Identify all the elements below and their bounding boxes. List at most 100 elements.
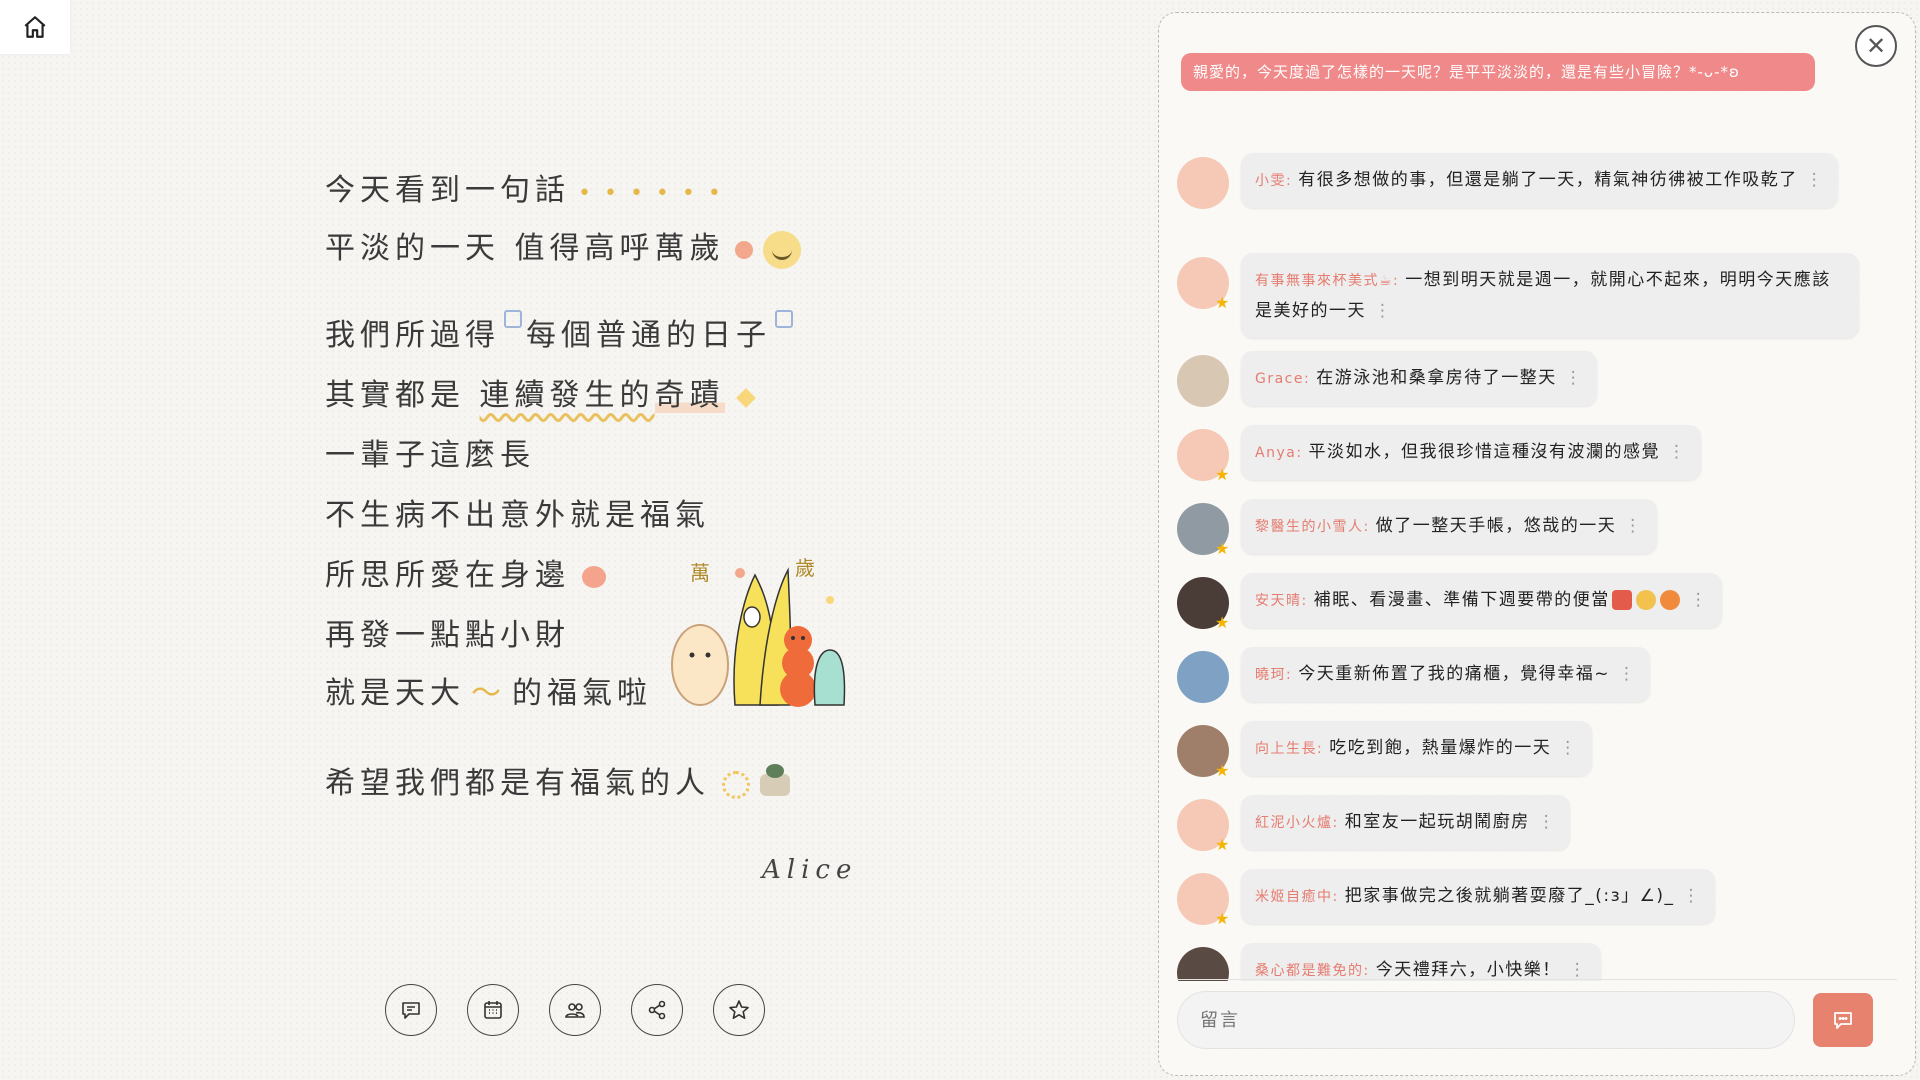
poem-text: 今天看到一句話 <box>325 173 570 208</box>
message-author[interactable]: 向上生長: <box>1255 741 1323 757</box>
star-badge-icon: ★ <box>1215 293 1230 312</box>
dots-decoration: • • • • • • <box>578 181 724 206</box>
calendar-button[interactable] <box>467 984 519 1036</box>
illustration-label: 萬 <box>690 561 710 585</box>
poem-line: 再發一點點小財 <box>325 610 570 654</box>
avatar[interactable]: ★ <box>1177 577 1230 632</box>
star-badge-icon: ★ <box>1215 613 1230 632</box>
comment-input[interactable] <box>1177 991 1795 1049</box>
message-bubble: 曉珂: 今天重新佈置了我的痛櫃，覺得幸福~ ⋮ <box>1241 647 1651 702</box>
message-bubble: 紅泥小火爐: 和室友一起玩胡鬧廚房 ⋮ <box>1241 795 1571 850</box>
avatar[interactable]: ★ <box>1177 503 1230 558</box>
avatar[interactable] <box>1177 651 1229 703</box>
square-decoration-icon <box>504 310 522 328</box>
more-vertical-icon[interactable]: ⋮ <box>1569 960 1588 980</box>
more-vertical-icon[interactable]: ⋮ <box>1624 516 1643 536</box>
more-vertical-icon[interactable]: ⋮ <box>1618 664 1637 684</box>
poem-line: 就是天大〜的福氣啦 <box>325 668 652 712</box>
avatar[interactable] <box>1177 947 1229 981</box>
sun-icon <box>722 771 750 799</box>
poem-line: 所思所愛在身邊 <box>325 550 606 594</box>
comments-panel: ✕ 親愛的，今天度過了怎樣的一天呢？是平平淡淡的，還是有些小冒險？*-ᴗ-*ʚ … <box>1158 12 1916 1076</box>
avatar[interactable]: ★ <box>1177 799 1229 853</box>
message-author[interactable]: 小雯: <box>1255 173 1292 189</box>
message-text: 和室友一起玩胡鬧廚房 <box>1344 812 1530 832</box>
poem-text: 一輩子這麼長 <box>325 438 535 473</box>
message-text: 平淡如水，但我很珍惜這種沒有波瀾的感覺 <box>1308 442 1661 462</box>
more-vertical-icon[interactable]: ⋮ <box>1565 368 1584 388</box>
message-bubble: 有事無事來杯美式☕: 一想到明天就是週一，就開心不起來，明明今天應該是美好的一天 ⋮ <box>1241 253 1859 338</box>
message-author[interactable]: 黎醫生的小雪人: <box>1255 519 1370 535</box>
poem-text: 平淡的一天 值得高呼萬歲 <box>325 231 725 266</box>
send-comment-button[interactable] <box>1813 993 1873 1047</box>
message-author[interactable]: Anya: <box>1255 445 1303 461</box>
avatar[interactable]: ★ <box>1177 873 1229 927</box>
avatar[interactable]: ★ <box>1177 257 1230 312</box>
message-author[interactable]: 米姬自癒中: <box>1255 889 1339 905</box>
list-item: ★ 向上生長: 吃吃到飽，熱量爆炸的一天 ⋮ <box>1177 721 1592 780</box>
poem-line: 我們所過得 每個普通的日子 <box>325 310 797 354</box>
message-bubble: 向上生長: 吃吃到飽，熱量爆炸的一天 ⋮ <box>1241 721 1592 776</box>
favorite-button[interactable] <box>713 984 765 1036</box>
poem-text: 我們所過得 <box>325 318 500 353</box>
more-vertical-icon[interactable]: ⋮ <box>1559 738 1578 758</box>
star-badge-icon: ★ <box>1215 761 1230 780</box>
poem-line: 希望我們都是有福氣的人 <box>325 758 790 802</box>
poem-text: 就是天大 <box>325 676 465 711</box>
square-decoration-icon <box>775 310 793 328</box>
message-list[interactable]: 小雯: 有很多想做的事，但還是躺了一天，精氣神彷彿被工作吸乾了 ⋮ ★ 有事無事來杯… <box>1177 141 1897 981</box>
share-button[interactable] <box>631 984 683 1036</box>
star-badge-icon: ★ <box>1215 465 1230 484</box>
message-bubble: 安天晴: 補眠、看漫畫、準備下週要帶的便當 ⋮ <box>1241 573 1723 628</box>
avatar[interactable]: ★ <box>1177 429 1230 484</box>
poem-text: 奇蹟 <box>654 378 725 413</box>
message-bubble: 桑心都是難免的: 今天禮拜六，小快樂！ ⋮ <box>1241 943 1602 981</box>
message-bubble: 米姬自癒中: 把家事做完之後就躺著耍廢了_(:з」∠)_ ⋮ <box>1241 869 1715 924</box>
calendar-icon <box>484 1001 502 1019</box>
more-vertical-icon[interactable]: ⋮ <box>1668 442 1687 462</box>
message-author[interactable]: 桑心都是難免的: <box>1255 963 1370 979</box>
poem-line: 一輩子這麼長 <box>325 430 535 474</box>
avatar[interactable] <box>1177 355 1229 407</box>
star-badge-icon: ★ <box>1215 539 1230 558</box>
more-vertical-icon[interactable]: ⋮ <box>1683 886 1702 906</box>
daily-prompt: 親愛的，今天度過了怎樣的一天呢？是平平淡淡的，還是有些小冒險？*-ᴗ-*ʚ <box>1181 53 1815 91</box>
more-vertical-icon[interactable]: ⋮ <box>1538 812 1557 832</box>
message-text: 做了一整天手帳，悠哉的一天 <box>1375 516 1617 536</box>
list-item: 小雯: 有很多想做的事，但還是躺了一天，精氣神彷彿被工作吸乾了 ⋮ <box>1177 153 1839 209</box>
composer-divider <box>1177 979 1897 980</box>
page: 今天看到一句話 • • • • • • 平淡的一天 值得高呼萬歲 我們所過得 每個普… <box>0 0 1920 1080</box>
poem-line: 不生病不出意外就是福氣 <box>325 490 710 534</box>
message-bubble: Anya: 平淡如水，但我很珍惜這種沒有波瀾的感覺 ⋮ <box>1241 425 1701 480</box>
message-author[interactable]: Grace: <box>1255 371 1310 387</box>
more-vertical-icon[interactable]: ⋮ <box>1806 170 1825 190</box>
more-vertical-icon[interactable]: ⋮ <box>1374 301 1393 321</box>
friends-button[interactable] <box>549 984 601 1036</box>
avatar[interactable] <box>1177 157 1229 209</box>
fruit-emoji-icon <box>1659 590 1680 610</box>
poem-text: 其實都是 <box>325 378 465 413</box>
message-text: 今天禮拜六，小快樂！ <box>1375 960 1561 980</box>
message-text: 把家事做完之後就躺著耍廢了_(:з」∠)_ <box>1344 886 1675 906</box>
comment-button[interactable] <box>385 984 437 1036</box>
diamond-icon <box>735 388 756 408</box>
avatar[interactable]: ★ <box>1177 725 1230 780</box>
message-text: 在游泳池和桑拿房待了一整天 <box>1316 368 1557 388</box>
poem-line: 今天看到一句話 • • • • • • <box>325 165 724 209</box>
message-author[interactable]: 有事無事來杯美式☕: <box>1255 273 1399 289</box>
message-text: 今天重新佈置了我的痛櫃，覺得幸福~ <box>1298 664 1610 684</box>
home-button[interactable] <box>0 0 70 54</box>
list-item: ★ Anya: 平淡如水，但我很珍惜這種沒有波瀾的感覺 ⋮ <box>1177 425 1701 484</box>
squiggle-icon: 〜 <box>471 676 506 711</box>
poem-text: 所思所愛在身邊 <box>325 558 570 593</box>
users-icon <box>565 1003 585 1018</box>
message-author[interactable]: 安天晴: <box>1255 593 1308 609</box>
poem-line: 其實都是 連續發生的奇蹟 <box>325 370 756 414</box>
share-icon <box>648 1000 666 1020</box>
egg-emoji-icon <box>1635 590 1656 610</box>
more-vertical-icon[interactable]: ⋮ <box>1690 590 1709 610</box>
plant-icon <box>760 764 790 796</box>
message-author[interactable]: 紅泥小火爐: <box>1255 815 1339 831</box>
message-author[interactable]: 曉珂: <box>1255 667 1292 683</box>
close-button[interactable]: ✕ <box>1855 25 1897 67</box>
